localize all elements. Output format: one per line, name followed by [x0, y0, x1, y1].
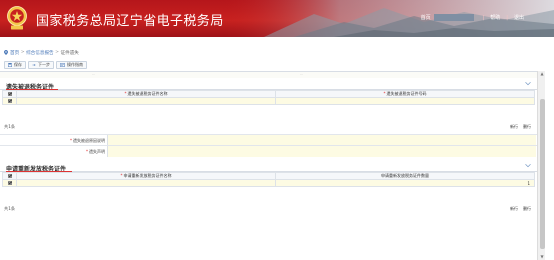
site-title: 国家税务总局辽宁省电子税务局	[36, 14, 224, 29]
row-checkbox[interactable]	[7, 98, 12, 103]
required-mark: *	[124, 91, 127, 96]
scroll-down-arrow-icon[interactable]: ▼	[539, 254, 545, 260]
breadcrumb-separator: >	[55, 50, 59, 55]
required-mark: *	[86, 149, 88, 154]
reason-row: *遗失被退原因说明	[0, 134, 537, 145]
table-header-row: *申请重新发放税务证件名称 申请重新发放税务证件数量	[2, 172, 535, 180]
delete-row-button[interactable]: 删行	[523, 124, 531, 130]
row-select-cell[interactable]	[2, 97, 17, 105]
row-actions: 新行 删行	[510, 206, 531, 212]
column-header-label: 申请重新发放税务证件名称	[123, 173, 172, 178]
row-count: 共1条	[4, 124, 16, 129]
certificate-name-cell[interactable]	[16, 97, 276, 105]
column-header-label: 遗失被退税务证件名称	[127, 91, 168, 96]
next-step-button[interactable]: 下一步	[28, 61, 54, 69]
logout-link[interactable]: 退出	[514, 14, 524, 21]
required-mark: *	[70, 138, 72, 143]
section-title-underline	[6, 171, 72, 172]
divider: |	[506, 14, 508, 21]
map-pin-icon	[4, 50, 8, 55]
breadcrumb-separator: >	[20, 50, 25, 55]
save-icon	[8, 63, 12, 67]
breadcrumb-category[interactable]: 综合信息报告	[26, 50, 54, 56]
reissue-table-footer: 共1条 新行 删行	[0, 201, 537, 213]
add-row-button[interactable]: 新行	[510, 206, 518, 212]
reissue-quantity-cell[interactable]: 1	[275, 179, 535, 187]
reason-label-text: 遗失被退原因说明	[73, 138, 105, 143]
required-mark: *	[120, 173, 123, 178]
breadcrumb-current: 证件遗失	[60, 50, 79, 56]
toolbar: 保存 下一步 操作指南	[4, 61, 87, 69]
home-link[interactable]: 首页	[421, 14, 431, 21]
column-header: 申请重新发放税务证件数量	[275, 172, 535, 180]
reason-input[interactable]	[107, 135, 536, 145]
certificate-number-cell[interactable]	[275, 97, 535, 105]
help-link[interactable]: 帮助	[490, 14, 500, 21]
next-step-label: 下一步	[38, 62, 50, 67]
tax-emblem-icon	[7, 6, 27, 30]
add-row-button[interactable]: 新行	[510, 124, 518, 130]
scroll-up-arrow-icon[interactable]: ▲	[539, 71, 545, 77]
table-row	[2, 97, 535, 105]
statement-row: *遗失声明	[0, 145, 537, 157]
lost-certificates-table: *遗失被退税务证件名称 *遗失被退税务证件号码	[2, 90, 535, 105]
statement-input[interactable]	[107, 146, 536, 157]
reason-label: *遗失被退原因说明	[0, 135, 107, 145]
vertical-scrollbar[interactable]: ▲ ▼	[537, 71, 545, 260]
divider: |	[482, 14, 485, 21]
delete-row-button[interactable]: 删行	[523, 206, 531, 212]
table-blank-area	[0, 105, 537, 119]
row-checkbox[interactable]	[7, 180, 12, 185]
row-select-cell[interactable]	[2, 179, 17, 187]
guide-label: 操作指南	[67, 62, 83, 67]
select-all-checkbox[interactable]	[7, 91, 12, 96]
arrow-right-icon	[32, 63, 36, 67]
table-blank-area	[0, 187, 537, 201]
main-content: ··· ··· 遗失被退税务证件 *遗失被退税务证件名称 *遗失被退税务证件号码…	[0, 71, 537, 260]
top-links: 首页 | 帮助 | 退出	[421, 14, 524, 21]
reissue-certificates-table: *申请重新发放税务证件名称 申请重新发放税务证件数量 1	[2, 172, 535, 187]
site-header: 国家税务总局辽宁省电子税务局 首页 | 帮助 | 退出	[0, 0, 554, 37]
guide-button[interactable]: 操作指南	[56, 61, 87, 69]
save-button[interactable]: 保存	[4, 61, 26, 69]
row-actions: 新行 删行	[510, 124, 531, 130]
section-reissue-header: 申请重新发放税务证件	[0, 160, 537, 173]
remnant-text: ···	[300, 72, 304, 77]
lost-table-footer: 共1条 新行 删行	[0, 119, 537, 131]
breadcrumb: 首页 > 综合信息报告 > 证件遗失	[0, 37, 554, 59]
section-lost-header: 遗失被退税务证件	[0, 78, 537, 91]
reissue-name-cell[interactable]	[16, 179, 276, 187]
breadcrumb-home[interactable]: 首页	[10, 50, 19, 56]
select-all-cell[interactable]	[2, 172, 17, 180]
table-header-row: *遗失被退税务证件名称 *遗失被退税务证件号码	[2, 90, 535, 98]
column-header: *申请重新发放税务证件名称	[16, 172, 276, 180]
column-header: *遗失被退税务证件名称	[16, 90, 276, 98]
scrollbar-thumb[interactable]	[539, 99, 545, 249]
select-all-cell[interactable]	[2, 90, 17, 98]
column-header: *遗失被退税务证件号码	[275, 90, 535, 98]
section-title-underline	[6, 89, 58, 90]
chevron-down-icon[interactable]	[525, 163, 531, 168]
table-row: 1	[2, 179, 535, 187]
remnant-text: ···	[92, 72, 96, 77]
row-count: 共1条	[4, 206, 16, 211]
column-header-label: 遗失被退税务证件号码	[386, 91, 427, 96]
required-mark: *	[383, 91, 386, 96]
user-name-masked	[433, 14, 474, 21]
guide-icon	[60, 63, 65, 67]
save-label: 保存	[14, 62, 22, 67]
statement-label-text: 遗失声明	[89, 149, 105, 154]
column-header-label: 申请重新发放税务证件数量	[381, 173, 429, 178]
select-all-checkbox[interactable]	[7, 173, 12, 178]
statement-label: *遗失声明	[0, 146, 107, 157]
chevron-down-icon[interactable]	[525, 81, 531, 86]
